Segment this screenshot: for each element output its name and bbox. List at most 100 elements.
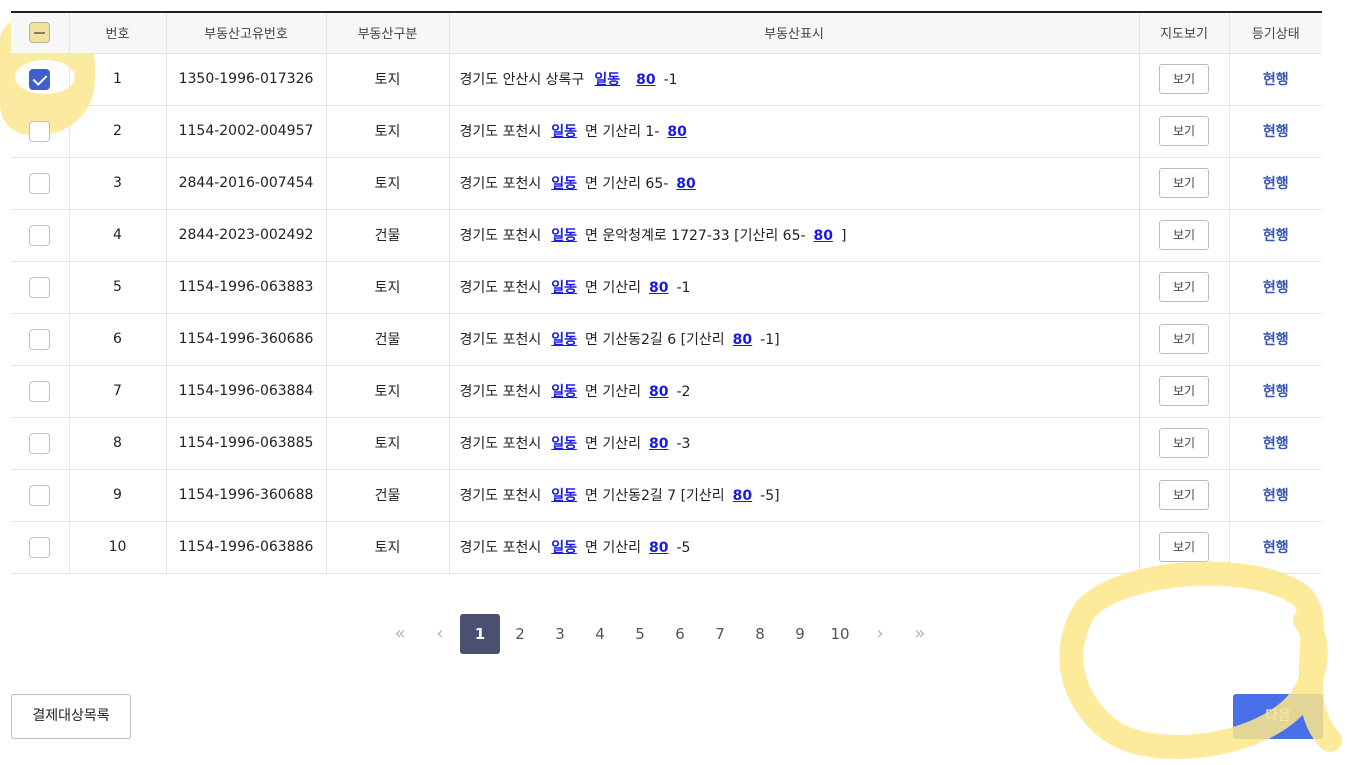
partial-check-icon[interactable] — [29, 22, 51, 44]
row-unique-id: 2844-2016-007454 — [165, 157, 326, 210]
view-map-button[interactable]: 보기 — [1159, 532, 1209, 562]
view-map-button[interactable]: 보기 — [1159, 376, 1209, 406]
status-badge[interactable]: 현행 — [1263, 72, 1289, 88]
page-button[interactable]: 4 — [580, 614, 620, 654]
next-button[interactable]: 다음 — [1233, 694, 1323, 739]
checkbox-icon[interactable] — [29, 172, 51, 194]
row-no: 3 — [68, 157, 166, 210]
view-map-button[interactable]: 보기 — [1159, 428, 1209, 458]
address-link-lot[interactable]: 80 — [667, 124, 686, 140]
row-checkbox-cell[interactable] — [11, 53, 69, 106]
page-button[interactable]: 9 — [780, 614, 820, 654]
row-category: 토지 — [325, 521, 449, 574]
status-badge[interactable]: 현행 — [1263, 384, 1289, 400]
row-no: 9 — [68, 469, 166, 522]
address-link-lot[interactable]: 80 — [733, 488, 752, 504]
address-prefix: 경기도 포천시 — [459, 280, 542, 296]
table-row: 2 1154-2002-004957 토지 경기도 포천시 일동 면 기산리 1- 80 보기… — [11, 105, 1322, 158]
address-link-district[interactable]: 일동 — [551, 280, 577, 296]
address-link-lot[interactable]: 80 — [649, 384, 668, 400]
checkbox-icon[interactable] — [29, 536, 51, 558]
row-checkbox-cell[interactable] — [11, 313, 69, 366]
page-button[interactable]: 8 — [740, 614, 780, 654]
status-badge[interactable]: 현행 — [1263, 488, 1289, 504]
header-category: 부동산구분 — [325, 13, 449, 54]
row-category: 건물 — [325, 313, 449, 366]
address-link-district[interactable]: 일동 — [551, 332, 577, 348]
next-page-button[interactable]: › — [860, 614, 900, 654]
address-link-district[interactable]: 일동 — [551, 124, 577, 140]
checkbox-icon[interactable] — [29, 224, 51, 246]
row-checkbox-cell[interactable] — [11, 417, 69, 470]
row-checkbox-cell[interactable] — [11, 209, 69, 262]
address-middle: 면 기산동2길 6 [기산리 — [585, 332, 725, 348]
view-map-button[interactable]: 보기 — [1159, 324, 1209, 354]
header-unique-id: 부동산고유번호 — [165, 13, 326, 54]
address-link-lot[interactable]: 80 — [676, 176, 695, 192]
address-link-lot[interactable]: 80 — [636, 72, 655, 88]
row-address: 경기도 포천시 일동 면 기산리 80 -3 — [448, 417, 1139, 470]
status-badge[interactable]: 현행 — [1263, 176, 1289, 192]
address-prefix: 경기도 포천시 — [459, 228, 542, 244]
checkbox-icon[interactable] — [29, 432, 51, 454]
row-map-cell: 보기 — [1138, 105, 1229, 158]
checkbox-icon[interactable] — [29, 328, 51, 350]
checkbox-icon[interactable] — [29, 380, 51, 402]
row-address: 경기도 포천시 일동 면 기산리 1- 80 — [448, 105, 1139, 158]
payment-list-button[interactable]: 결제대상목록 — [11, 694, 131, 739]
first-page-button[interactable]: « — [380, 614, 420, 654]
row-unique-id: 1154-1996-063884 — [165, 365, 326, 418]
checkbox-icon[interactable] — [29, 276, 51, 298]
row-checkbox-cell[interactable] — [11, 105, 69, 158]
address-middle: 면 기산리 1- — [585, 124, 660, 140]
status-badge[interactable]: 현행 — [1263, 280, 1289, 296]
checkbox-icon[interactable] — [29, 68, 51, 90]
view-map-button[interactable]: 보기 — [1159, 220, 1209, 250]
view-map-button[interactable]: 보기 — [1159, 64, 1209, 94]
view-map-button[interactable]: 보기 — [1159, 272, 1209, 302]
page-button[interactable]: 1 — [460, 614, 500, 654]
row-checkbox-cell[interactable] — [11, 469, 69, 522]
view-map-button[interactable]: 보기 — [1159, 480, 1209, 510]
page-button[interactable]: 5 — [620, 614, 660, 654]
page-button[interactable]: 6 — [660, 614, 700, 654]
status-badge[interactable]: 현행 — [1263, 436, 1289, 452]
address-prefix: 경기도 안산시 상록구 — [459, 72, 585, 88]
view-map-button[interactable]: 보기 — [1159, 168, 1209, 198]
status-badge[interactable]: 현행 — [1263, 540, 1289, 556]
row-checkbox-cell[interactable] — [11, 365, 69, 418]
row-category: 건물 — [325, 469, 449, 522]
address-link-lot[interactable]: 80 — [649, 280, 668, 296]
status-badge[interactable]: 현행 — [1263, 332, 1289, 348]
status-badge[interactable]: 현행 — [1263, 124, 1289, 140]
view-map-button[interactable]: 보기 — [1159, 116, 1209, 146]
address-link-district[interactable]: 일동 — [551, 384, 577, 400]
prev-page-button[interactable]: ‹ — [420, 614, 460, 654]
address-link-lot[interactable]: 80 — [814, 228, 833, 244]
checkbox-icon[interactable] — [29, 484, 51, 506]
address-link-lot[interactable]: 80 — [649, 436, 668, 452]
page-button[interactable]: 2 — [500, 614, 540, 654]
address-link-district[interactable]: 일동 — [551, 540, 577, 556]
checkbox-icon[interactable] — [29, 120, 51, 142]
last-page-button[interactable]: » — [900, 614, 940, 654]
address-link-district[interactable]: 일동 — [551, 176, 577, 192]
address-middle: 면 기산리 — [585, 384, 641, 400]
row-no: 7 — [68, 365, 166, 418]
row-checkbox-cell[interactable] — [11, 157, 69, 210]
address-link-district[interactable]: 일동 — [594, 72, 620, 88]
row-status-cell: 현행 — [1228, 313, 1322, 366]
status-badge[interactable]: 현행 — [1263, 228, 1289, 244]
address-link-district[interactable]: 일동 — [551, 228, 577, 244]
page-button[interactable]: 10 — [820, 614, 860, 654]
page-button[interactable]: 7 — [700, 614, 740, 654]
row-checkbox-cell[interactable] — [11, 261, 69, 314]
address-link-lot[interactable]: 80 — [649, 540, 668, 556]
address-link-district[interactable]: 일동 — [551, 488, 577, 504]
page-button[interactable]: 3 — [540, 614, 580, 654]
row-no: 10 — [68, 521, 166, 574]
header-checkbox-cell[interactable] — [11, 13, 69, 54]
address-link-lot[interactable]: 80 — [733, 332, 752, 348]
address-link-district[interactable]: 일동 — [551, 436, 577, 452]
row-checkbox-cell[interactable] — [11, 521, 69, 574]
